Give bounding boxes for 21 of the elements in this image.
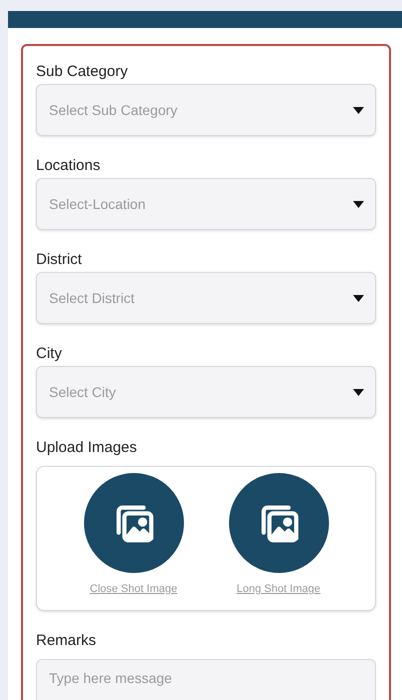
select-placeholder: Select District: [49, 288, 135, 308]
field-label: Locations: [36, 157, 102, 174]
select-placeholder: Select City: [49, 382, 116, 402]
field-label: Remarks: [36, 632, 98, 648]
select-dropdown[interactable]: Select-Location: [36, 178, 376, 230]
remarks-field[interactable]: Type here message: [36, 658, 376, 700]
select-placeholder: Select Sub Category: [49, 100, 178, 120]
select-placeholder: Select-Location: [49, 194, 146, 214]
caret-icon: [353, 200, 364, 208]
select-dropdown[interactable]: Select Sub Category: [36, 84, 376, 136]
caret-icon: [353, 388, 364, 396]
upload-link[interactable]: Close Shot Image: [90, 581, 178, 598]
caret-icon: [353, 106, 364, 114]
upload-link[interactable]: Long Shot Image: [236, 581, 320, 598]
select-dropdown[interactable]: Select City: [36, 366, 376, 418]
caret-icon: [353, 294, 364, 302]
field-label: Sub Category: [36, 63, 129, 80]
select-dropdown[interactable]: Select District: [36, 272, 376, 324]
field-label: District: [36, 251, 83, 268]
field-label: Upload Images: [36, 439, 138, 456]
field-label: City: [36, 345, 63, 362]
